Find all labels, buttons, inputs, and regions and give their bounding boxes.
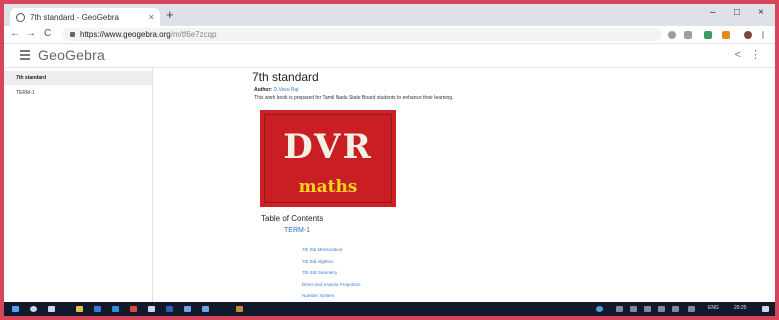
- tab-close-icon[interactable]: ×: [149, 12, 154, 22]
- cover-border: DVR maths: [264, 114, 392, 203]
- chrome-icon[interactable]: [130, 306, 137, 312]
- book-sidebar: 7th standard TERM-1: [4, 68, 153, 302]
- search-icon[interactable]: [30, 306, 37, 312]
- language-indicator[interactable]: ENG: [708, 305, 719, 311]
- toc-heading: Table of Contents: [261, 214, 324, 223]
- word-icon[interactable]: [166, 306, 173, 312]
- browser-menu-icon[interactable]: [762, 31, 764, 39]
- task-view-icon[interactable]: [48, 306, 55, 312]
- extension-icon[interactable]: [722, 31, 730, 39]
- wifi-icon[interactable]: [672, 306, 679, 312]
- tray-app-icon[interactable]: [596, 306, 603, 312]
- minimize-button[interactable]: –: [710, 7, 716, 18]
- back-button[interactable]: ←: [10, 28, 20, 39]
- pen-icon[interactable]: [688, 306, 695, 312]
- geogebra-header: GeoGebra < ⋮: [4, 44, 775, 68]
- extension-icon[interactable]: [704, 31, 712, 39]
- start-windows-icon[interactable]: [12, 306, 19, 312]
- geogebra-logo[interactable]: GeoGebra: [38, 47, 105, 63]
- network-icon[interactable]: [616, 306, 623, 312]
- toc-item[interactable]: Number System: [302, 290, 361, 302]
- new-tab-button[interactable]: +: [166, 7, 174, 22]
- geogebra-favicon-icon: [16, 12, 25, 22]
- cover-subtitle: maths: [298, 177, 358, 197]
- url-path: /m/tf6e7zcqp: [170, 30, 217, 39]
- book-cover-image: DVR maths: [260, 110, 396, 207]
- bookmark-star-icon[interactable]: [684, 31, 692, 39]
- more-options-icon[interactable]: ⋮: [750, 48, 761, 61]
- author-label: Author:: [254, 87, 273, 93]
- url-host: https://www.geogebra.org: [80, 30, 171, 39]
- book-description: This work book is prepared for Tamil Nad…: [254, 95, 454, 101]
- app-icon[interactable]: [184, 306, 191, 312]
- toc-item[interactable]: Direct and Inverse Proportion: [302, 279, 361, 291]
- author-line: Author: D.Vasu Raj: [254, 87, 298, 93]
- mail-icon[interactable]: [94, 306, 101, 312]
- notifications-icon[interactable]: [762, 306, 769, 312]
- toc-item[interactable]: 7th Std Algebra: [302, 256, 361, 268]
- volume-icon[interactable]: [658, 306, 665, 312]
- forward-button[interactable]: →: [26, 28, 36, 39]
- profile-avatar-icon[interactable]: [744, 31, 752, 39]
- tab-strip: 7th standard - GeoGebra × + – □ ×: [4, 4, 775, 26]
- close-window-button[interactable]: ×: [758, 7, 764, 18]
- lock-icon: [70, 32, 75, 38]
- browser-toolbar: ← → C https://www.geogebra.org/m/tf6e7zc…: [4, 26, 775, 44]
- share-icon[interactable]: <: [735, 49, 741, 61]
- toc-item[interactable]: 7th Std Mensuration: [302, 244, 361, 256]
- reload-button[interactable]: C: [44, 28, 51, 39]
- author-link[interactable]: D.Vasu Raj: [273, 87, 298, 93]
- browser-window: 7th standard - GeoGebra × + – □ × ← → C …: [4, 4, 775, 316]
- tab-title: 7th standard - GeoGebra: [30, 12, 119, 22]
- app-icon[interactable]: [202, 306, 209, 312]
- address-bar[interactable]: https://www.geogebra.org/m/tf6e7zcqp: [62, 28, 662, 41]
- hamburger-menu-icon[interactable]: [20, 50, 30, 62]
- cover-title: DVR: [283, 127, 373, 167]
- browser-tab[interactable]: 7th standard - GeoGebra ×: [10, 8, 160, 26]
- battery-icon[interactable]: [644, 306, 651, 312]
- clock[interactable]: 20:25: [734, 305, 747, 311]
- search-icon[interactable]: [668, 31, 676, 39]
- sidebar-item-term-1[interactable]: TERM-1: [16, 90, 35, 96]
- maximize-button[interactable]: □: [734, 7, 740, 18]
- book-content: 7th standard Author: D.Vasu Raj This wor…: [152, 68, 775, 310]
- page-title: 7th standard: [252, 70, 319, 84]
- toc-chapter-term-1[interactable]: TERM-1: [284, 227, 310, 234]
- edge-browser-icon[interactable]: [112, 306, 119, 312]
- sidebar-item-7th-standard[interactable]: 7th standard: [4, 71, 152, 85]
- file-explorer-icon[interactable]: [76, 306, 83, 312]
- tray-chevron-icon[interactable]: [630, 306, 637, 312]
- active-app-icon[interactable]: [236, 306, 243, 312]
- windows-taskbar: ENG 20:25: [4, 302, 775, 316]
- toc-item[interactable]: 7th Std Geometry: [302, 267, 361, 279]
- store-icon[interactable]: [148, 306, 155, 312]
